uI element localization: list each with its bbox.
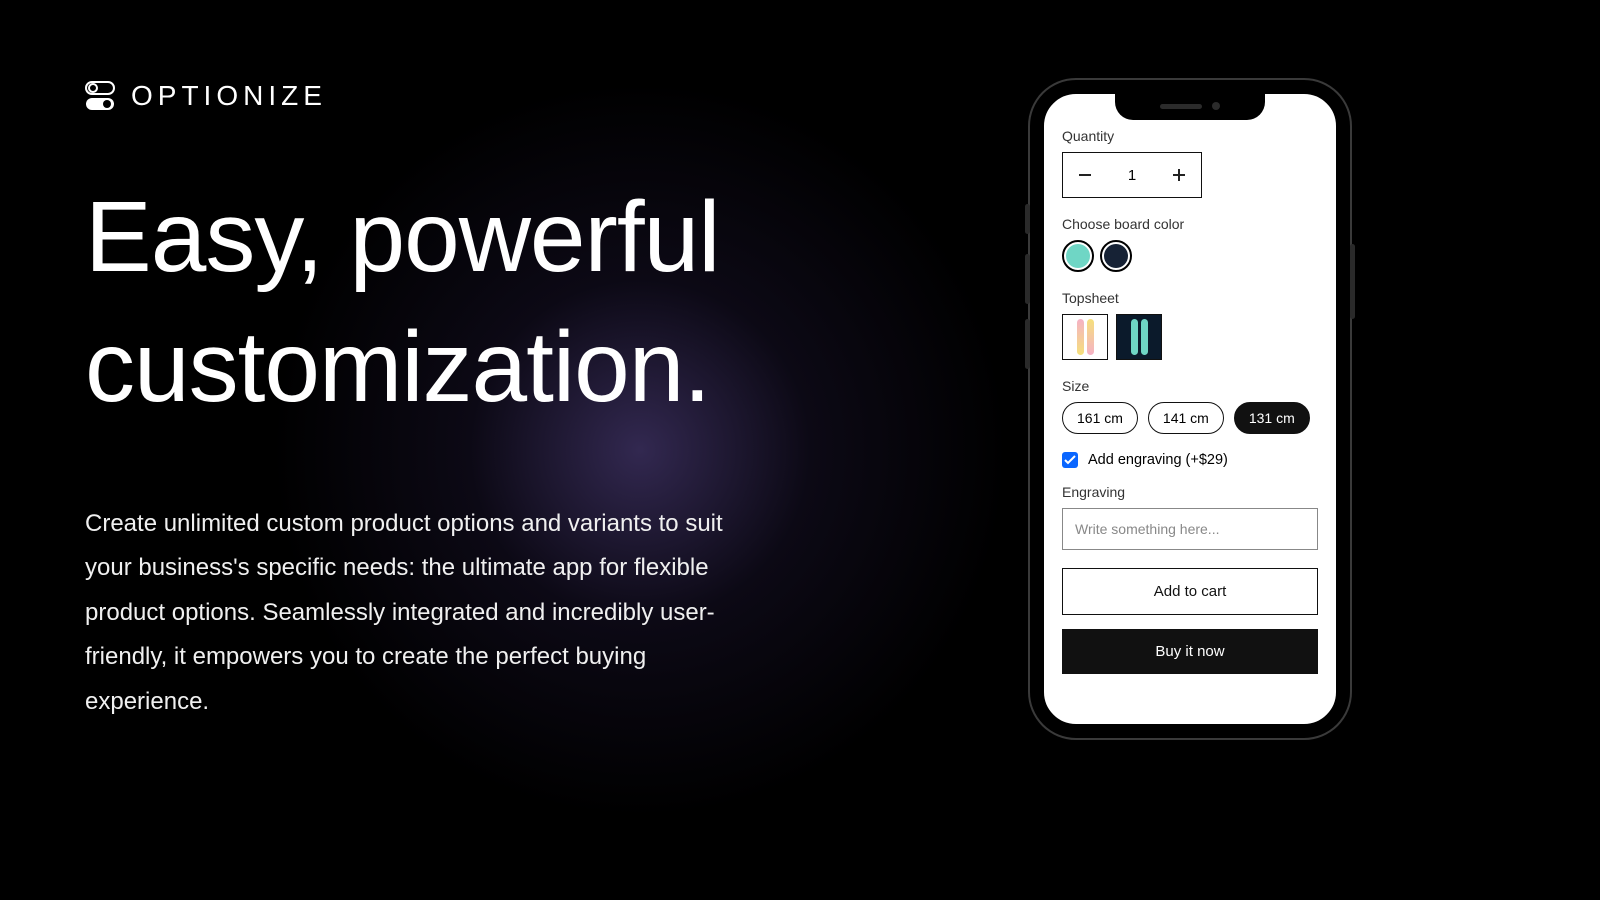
size-options: 161 cm 141 cm 131 cm <box>1062 402 1318 434</box>
board-color-option-navy[interactable] <box>1100 240 1132 272</box>
topsheet-options <box>1062 314 1318 360</box>
hero-headline: Easy, powerful customization. <box>85 172 805 432</box>
brand-logo: OPTIONIZE <box>85 80 805 112</box>
hero-description: Create unlimited custom product options … <box>85 502 745 724</box>
size-option-161[interactable]: 161 cm <box>1062 402 1138 434</box>
buy-now-button[interactable]: Buy it now <box>1062 629 1318 674</box>
brand-name: OPTIONIZE <box>131 80 327 112</box>
topsheet-option-light[interactable] <box>1062 314 1108 360</box>
quantity-label: Quantity <box>1062 128 1318 144</box>
engraving-label: Engraving <box>1062 484 1318 500</box>
quantity-decrease-button[interactable] <box>1063 153 1107 197</box>
phone-mockup: Quantity 1 Choose board color Topsheet <box>1030 80 1350 738</box>
topsheet-label: Topsheet <box>1062 290 1318 306</box>
board-color-option-teal[interactable] <box>1062 240 1094 272</box>
engraving-checkbox[interactable] <box>1062 452 1078 468</box>
size-option-141[interactable]: 141 cm <box>1148 402 1224 434</box>
quantity-increase-button[interactable] <box>1157 153 1201 197</box>
engraving-checkbox-label: Add engraving (+$29) <box>1088 452 1228 468</box>
engraving-input[interactable]: Write something here... <box>1062 508 1318 550</box>
board-color-label: Choose board color <box>1062 216 1318 232</box>
size-label: Size <box>1062 378 1318 394</box>
add-to-cart-button[interactable]: Add to cart <box>1062 568 1318 615</box>
size-option-131[interactable]: 131 cm <box>1234 402 1310 434</box>
toggle-icon <box>85 80 121 112</box>
topsheet-option-dark[interactable] <box>1116 314 1162 360</box>
board-color-swatches <box>1062 240 1318 272</box>
quantity-value: 1 <box>1107 153 1157 197</box>
quantity-stepper: 1 <box>1062 152 1202 198</box>
